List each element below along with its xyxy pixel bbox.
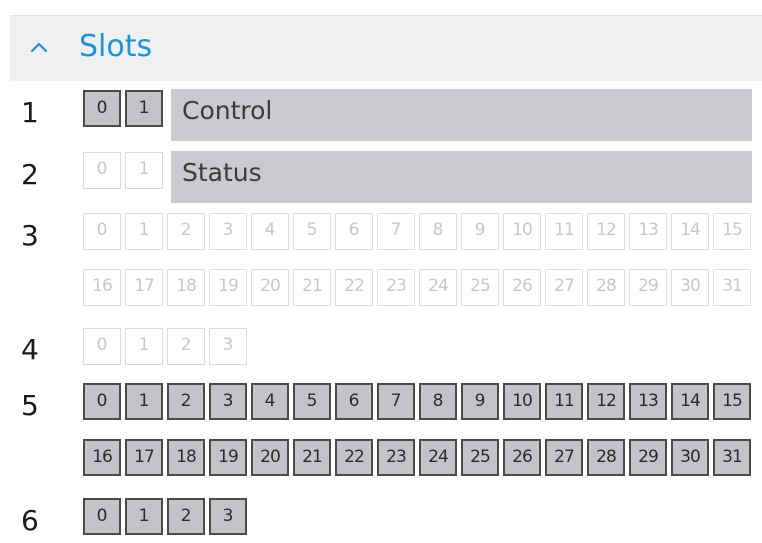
slot-number-5: 5: [21, 389, 39, 422]
slot-5-bit-13[interactable]: 13: [629, 383, 667, 420]
slot-5-bit-4[interactable]: 4: [251, 383, 289, 420]
slot-5-bit-6[interactable]: 6: [335, 383, 373, 420]
slot-2-name: Status: [171, 151, 752, 203]
slot-6-bit-2[interactable]: 2: [167, 498, 205, 535]
slot-number-6: 6: [21, 504, 39, 537]
slot-3-bit-23[interactable]: 23: [377, 269, 415, 306]
slot-3-bit-27[interactable]: 27: [545, 269, 583, 306]
slot-5-bit-26[interactable]: 26: [503, 439, 541, 476]
slot-5-bit-11[interactable]: 11: [545, 383, 583, 420]
slot-3-bit-2[interactable]: 2: [167, 213, 205, 250]
slot-3-bit-24[interactable]: 24: [419, 269, 457, 306]
slots-panel: Slots 1 0 1 Control 2 0 1 Status 3 0 1 2 3 4 5 6 7 8 9 10 11…: [0, 0, 762, 543]
slot-3-bit-19[interactable]: 19: [209, 269, 247, 306]
slot-3-bit-5[interactable]: 5: [293, 213, 331, 250]
slot-1-bit-1[interactable]: 1: [125, 90, 163, 127]
slot-3-bit-26[interactable]: 26: [503, 269, 541, 306]
slot-3-bit-14[interactable]: 14: [671, 213, 709, 250]
slot-5-bit-25[interactable]: 25: [461, 439, 499, 476]
slot-3-bit-13[interactable]: 13: [629, 213, 667, 250]
slot-6-bit-0[interactable]: 0: [83, 498, 121, 535]
slot-4-bit-3[interactable]: 3: [209, 328, 247, 365]
slot-5-bit-8[interactable]: 8: [419, 383, 457, 420]
slot-5-bit-1[interactable]: 1: [125, 383, 163, 420]
slot-3-bit-1[interactable]: 1: [125, 213, 163, 250]
slot-6-bit-3[interactable]: 3: [209, 498, 247, 535]
slot-5-bit-24[interactable]: 24: [419, 439, 457, 476]
slot-3-bit-0[interactable]: 0: [83, 213, 121, 250]
slot-3-bit-21[interactable]: 21: [293, 269, 331, 306]
slot-3-bit-3[interactable]: 3: [209, 213, 247, 250]
slot-1-name: Control: [171, 89, 752, 141]
slot-3-bit-16[interactable]: 16: [83, 269, 121, 306]
slot-3-bit-10[interactable]: 10: [503, 213, 541, 250]
slot-5-bit-0[interactable]: 0: [83, 383, 121, 420]
slot-4-bit-0[interactable]: 0: [83, 328, 121, 365]
slot-5-bit-2[interactable]: 2: [167, 383, 205, 420]
slot-5-bit-3[interactable]: 3: [209, 383, 247, 420]
slot-4-bit-2[interactable]: 2: [167, 328, 205, 365]
slot-5-bit-29[interactable]: 29: [629, 439, 667, 476]
slot-3-bit-28[interactable]: 28: [587, 269, 625, 306]
chevron-up-icon[interactable]: [28, 36, 50, 58]
slot-2-bit-1[interactable]: 1: [125, 152, 163, 189]
slot-5-bit-9[interactable]: 9: [461, 383, 499, 420]
slot-3-bit-6[interactable]: 6: [335, 213, 373, 250]
slot-3-bit-17[interactable]: 17: [125, 269, 163, 306]
slot-5-bit-21[interactable]: 21: [293, 439, 331, 476]
slot-6-bit-1[interactable]: 1: [125, 498, 163, 535]
slot-5-bit-12[interactable]: 12: [587, 383, 625, 420]
slot-3-bit-9[interactable]: 9: [461, 213, 499, 250]
slot-3-bit-20[interactable]: 20: [251, 269, 289, 306]
slot-5-bit-17[interactable]: 17: [125, 439, 163, 476]
slot-5-bit-20[interactable]: 20: [251, 439, 289, 476]
slot-3-bit-18[interactable]: 18: [167, 269, 205, 306]
slot-number-1: 1: [21, 96, 39, 129]
slot-5-bit-27[interactable]: 27: [545, 439, 583, 476]
slot-number-2: 2: [21, 158, 39, 191]
slot-3-bit-8[interactable]: 8: [419, 213, 457, 250]
slot-5-bit-31[interactable]: 31: [713, 439, 751, 476]
slot-5-bit-10[interactable]: 10: [503, 383, 541, 420]
slot-3-bit-7[interactable]: 7: [377, 213, 415, 250]
slot-3-bit-31[interactable]: 31: [713, 269, 751, 306]
slot-3-bit-15[interactable]: 15: [713, 213, 751, 250]
slot-5-bit-5[interactable]: 5: [293, 383, 331, 420]
slot-5-bit-16[interactable]: 16: [83, 439, 121, 476]
slot-5-bit-19[interactable]: 19: [209, 439, 247, 476]
slot-5-bit-23[interactable]: 23: [377, 439, 415, 476]
slot-5-bit-30[interactable]: 30: [671, 439, 709, 476]
slot-4-bit-1[interactable]: 1: [125, 328, 163, 365]
slot-3-bit-4[interactable]: 4: [251, 213, 289, 250]
slot-5-bit-18[interactable]: 18: [167, 439, 205, 476]
slot-3-bit-30[interactable]: 30: [671, 269, 709, 306]
slot-number-3: 3: [21, 219, 39, 252]
slot-3-bit-29[interactable]: 29: [629, 269, 667, 306]
slot-5-bit-14[interactable]: 14: [671, 383, 709, 420]
slot-3-bit-22[interactable]: 22: [335, 269, 373, 306]
slot-2-bit-0[interactable]: 0: [83, 152, 121, 189]
slot-1-bit-0[interactable]: 0: [83, 90, 121, 127]
section-title: Slots: [79, 29, 153, 64]
slot-5-bit-15[interactable]: 15: [713, 383, 751, 420]
slot-5-bit-28[interactable]: 28: [587, 439, 625, 476]
slot-3-bit-11[interactable]: 11: [545, 213, 583, 250]
slots-section-header[interactable]: Slots: [10, 15, 762, 81]
slot-number-4: 4: [21, 333, 39, 366]
slot-3-bit-25[interactable]: 25: [461, 269, 499, 306]
slot-5-bit-7[interactable]: 7: [377, 383, 415, 420]
slot-5-bit-22[interactable]: 22: [335, 439, 373, 476]
slot-3-bit-12[interactable]: 12: [587, 213, 625, 250]
